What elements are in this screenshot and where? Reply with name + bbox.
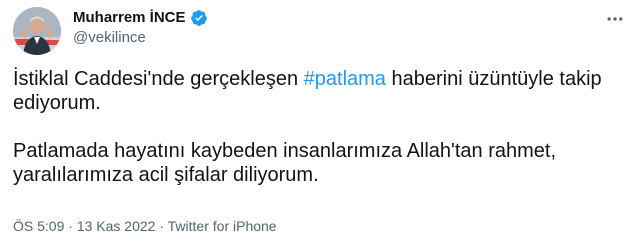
tweet-time[interactable]: ÖS 5:09	[13, 218, 64, 234]
author-name-row[interactable]: Muharrem İNCE	[73, 8, 208, 28]
tweet-text-segment: İstiklal Caddesi'nde gerçekleşen	[13, 68, 304, 90]
hashtag-link[interactable]: #patlama	[304, 68, 386, 90]
tweet-text: İstiklal Caddesi'nde gerçekleşen #patlam…	[13, 67, 629, 187]
tweet-card: Muharrem İNCE @vekilince İstiklal Caddes…	[0, 0, 639, 245]
more-options-icon	[607, 17, 623, 21]
author-handle[interactable]: @vekilince	[73, 29, 146, 47]
author-display-name[interactable]: Muharrem İNCE	[73, 8, 186, 28]
more-options-button[interactable]	[602, 8, 628, 30]
tweet-paragraph-2: Patlamada hayatını kaybeden insanlarımız…	[13, 140, 557, 186]
tweet-source: Twitter for iPhone	[167, 218, 277, 234]
avatar[interactable]	[13, 7, 61, 55]
tweet-paragraph-1: İstiklal Caddesi'nde gerçekleşen #patlam…	[13, 67, 629, 115]
meta-separator: ·	[155, 218, 168, 234]
avatar-image	[13, 7, 61, 55]
tweet-meta: ÖS 5:09 · 13 Kas 2022 · Twitter for iPho…	[13, 217, 277, 235]
tweet-date[interactable]: 13 Kas 2022	[77, 218, 156, 234]
meta-separator: ·	[64, 218, 77, 234]
verified-badge-icon	[190, 9, 208, 27]
